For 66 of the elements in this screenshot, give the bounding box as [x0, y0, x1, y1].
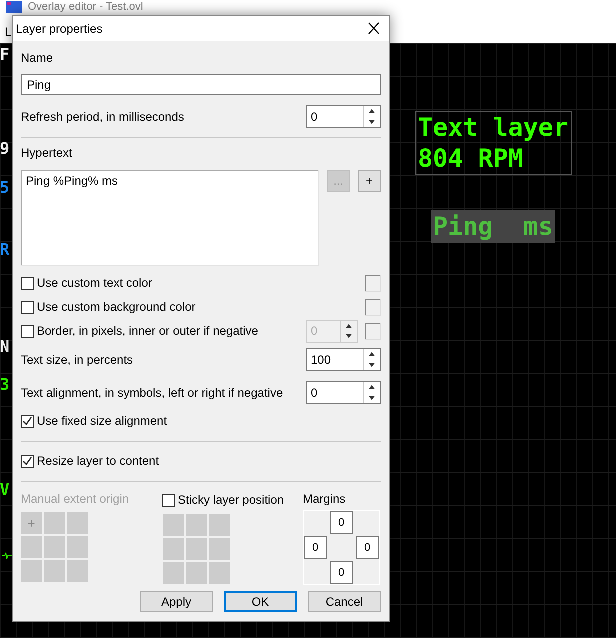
field-label: Text size, in percents [21, 352, 134, 366]
app-icon [6, 1, 22, 13]
number-spinner[interactable]: 100 [306, 348, 381, 371]
margin-field[interactable]: 0 [330, 511, 353, 534]
checkbox-label: Border, in pixels, inner or outer if negative [37, 324, 258, 338]
dialog-button[interactable]: Apply [140, 591, 213, 612]
grid-cell[interactable] [44, 536, 65, 558]
grid-cell[interactable] [186, 562, 207, 584]
checkbox[interactable] [21, 324, 34, 338]
number-spinner[interactable]: 0 [306, 381, 381, 404]
layer-text: R [0, 240, 11, 259]
checkbox-label: Use fixed size alignment [37, 414, 168, 428]
grid-cell[interactable] [44, 560, 65, 582]
grid-cell[interactable] [163, 562, 184, 584]
dialog-button[interactable]: OK [224, 591, 297, 612]
grid-cell[interactable] [21, 560, 42, 582]
checkbox-label: Resize layer to content [37, 454, 160, 468]
grid-cell[interactable] [44, 512, 65, 534]
grid-cell[interactable] [21, 536, 42, 558]
window-title: Overlay editor - Test.ovl [28, 1, 144, 14]
color-swatch[interactable] [365, 274, 381, 292]
checkbox-label: Use custom text color [37, 276, 152, 290]
checkbox-label: Sticky layer position [178, 493, 284, 507]
grid-cell[interactable] [186, 514, 207, 536]
color-swatch[interactable] [365, 298, 381, 316]
margin-field[interactable]: 0 [330, 561, 353, 584]
checkbox[interactable] [21, 300, 34, 314]
layer-text: 5 [0, 178, 11, 197]
section-label: Margins [303, 492, 346, 506]
section-label: Manual extent origin [21, 492, 130, 506]
margin-field[interactable]: 0 [304, 536, 327, 559]
field-label: Refresh period, in milliseconds [21, 110, 184, 124]
text-layer[interactable]: Text layer 804 RPM [415, 111, 572, 175]
number-spinner[interactable]: 0 [306, 105, 381, 128]
field-label: Name [21, 51, 54, 66]
menu-item[interactable]: L [5, 24, 12, 38]
checkbox[interactable] [21, 276, 34, 290]
layer-text: 9 [0, 139, 11, 158]
checkbox[interactable] [21, 414, 34, 428]
field-label: Text alignment, in symbols, left or right if negative [21, 386, 284, 400]
grid-cell[interactable] [209, 562, 230, 584]
dialog-button[interactable]: Cancel [308, 591, 381, 612]
checkbox[interactable] [21, 454, 34, 468]
grid-cell[interactable] [163, 514, 184, 536]
layer-text: V [0, 480, 11, 499]
waveform-icon [2, 552, 12, 560]
checkbox-label: Use custom background color [37, 300, 196, 314]
color-swatch[interactable] [365, 322, 381, 340]
grid-cell[interactable] [67, 536, 88, 558]
grid-cell[interactable] [67, 512, 88, 534]
grid-cell[interactable] [186, 538, 207, 560]
layer-text: F [0, 45, 11, 64]
layer-text: 3 [0, 375, 11, 394]
grid-cell[interactable] [67, 560, 88, 582]
grid-cell[interactable] [209, 514, 230, 536]
text-layer[interactable]: Ping ms [431, 210, 556, 243]
hypertext-field[interactable]: Ping %Ping% ms [21, 170, 320, 266]
checkbox[interactable] [162, 494, 175, 506]
dialog-title: Layer properties [16, 22, 103, 36]
name-field[interactable]: Ping [21, 74, 381, 95]
small-button[interactable]: + [358, 170, 381, 192]
field-label: Hypertext [21, 146, 74, 160]
grid-cell[interactable] [163, 538, 184, 560]
layer-text: N [0, 337, 11, 356]
margin-field[interactable]: 0 [356, 536, 379, 559]
grid-cell[interactable] [209, 538, 230, 560]
